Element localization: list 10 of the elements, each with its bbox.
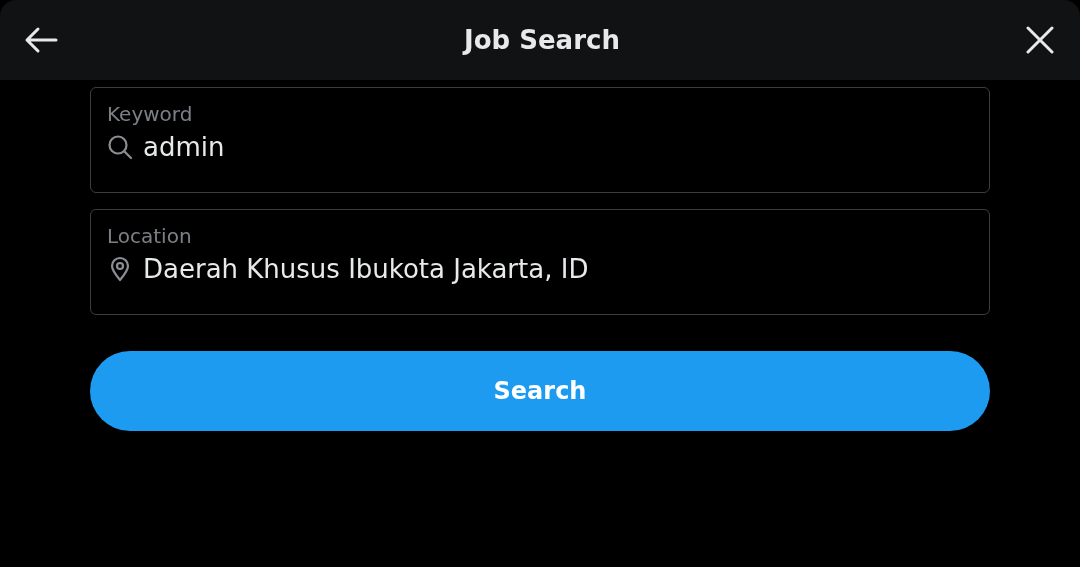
- keyword-field[interactable]: Keyword admin: [90, 87, 990, 193]
- search-icon: [107, 134, 133, 160]
- field-value: admin: [143, 132, 226, 162]
- field-label: Location: [107, 224, 192, 248]
- location-field[interactable]: Location Daerah Khusus Ibukota Jakarta, ID: [90, 209, 990, 315]
- close-icon: [1026, 26, 1054, 54]
- field-value: Daerah Khusus Ibukota Jakarta, ID: [143, 254, 590, 284]
- arrow-left-icon: [24, 26, 58, 54]
- field-label: Keyword: [107, 102, 193, 126]
- page-title: Job Search: [464, 25, 620, 55]
